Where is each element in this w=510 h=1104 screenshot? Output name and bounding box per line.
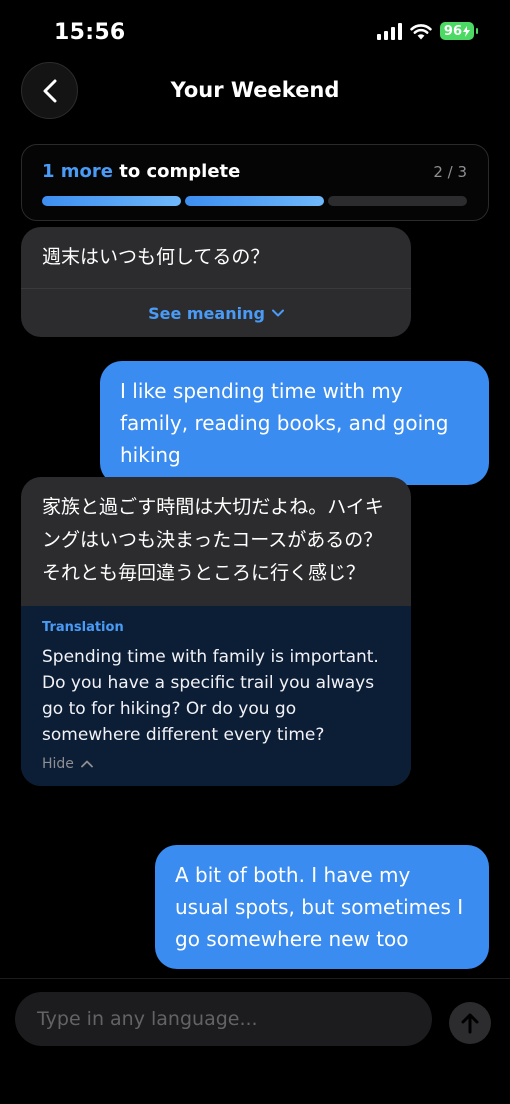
wifi-icon <box>410 23 432 39</box>
status-icons: 96 <box>376 22 479 40</box>
translation-panel: Translation Spending time with family is… <box>21 606 411 786</box>
cellular-signal-icon <box>376 22 402 40</box>
progress-card: 1 more to complete 2 / 3 <box>21 144 489 221</box>
see-meaning-button[interactable]: See meaning <box>21 288 411 337</box>
progress-count: 2 / 3 <box>433 163 467 181</box>
progress-segment <box>185 196 324 206</box>
send-button[interactable] <box>449 1002 491 1044</box>
composer-divider <box>0 978 510 979</box>
see-meaning-label: See meaning <box>148 303 265 323</box>
message-input[interactable] <box>15 992 432 1046</box>
progress-segment <box>328 196 467 206</box>
user-message: I like spending time with my family, rea… <box>100 361 489 485</box>
chevron-down-icon <box>271 309 284 317</box>
arrow-up-icon <box>461 1013 479 1034</box>
translation-label: Translation <box>42 620 124 635</box>
assistant-message: 週末はいつも何してるの？ See meaning <box>21 227 411 337</box>
progress-segment <box>42 196 181 206</box>
hide-translation-button[interactable]: Hide <box>42 756 391 772</box>
chat-screen: 15:56 96 Your Weekend 1 more to complete… <box>0 0 510 1104</box>
progress-label: 1 more to complete <box>42 161 240 182</box>
progress-remaining: 1 more <box>42 161 113 182</box>
page-title: Your Weekend <box>170 78 340 102</box>
charging-bolt-icon <box>463 25 470 37</box>
translation-text: Spending time with family is important. … <box>42 647 379 745</box>
status-time: 15:56 <box>54 20 126 45</box>
user-message: A bit of both. I have my usual spots, bu… <box>155 845 489 969</box>
assistant-message-text: 家族と過ごす時間は大切だよね。ハイキングはいつも決まったコースがあるの？それとも… <box>42 496 384 584</box>
battery-icon: 96 <box>439 22 479 40</box>
assistant-message: 家族と過ごす時間は大切だよね。ハイキングはいつも決まったコースがあるの？それとも… <box>21 477 411 786</box>
chevron-up-icon <box>81 760 93 768</box>
assistant-message-text: 週末はいつも何してるの？ <box>42 246 270 268</box>
battery-level: 96 <box>443 23 462 39</box>
progress-suffix: to complete <box>113 161 241 182</box>
hide-label: Hide <box>42 756 74 772</box>
progress-bars <box>42 196 467 206</box>
status-bar: 15:56 96 <box>0 0 510 62</box>
